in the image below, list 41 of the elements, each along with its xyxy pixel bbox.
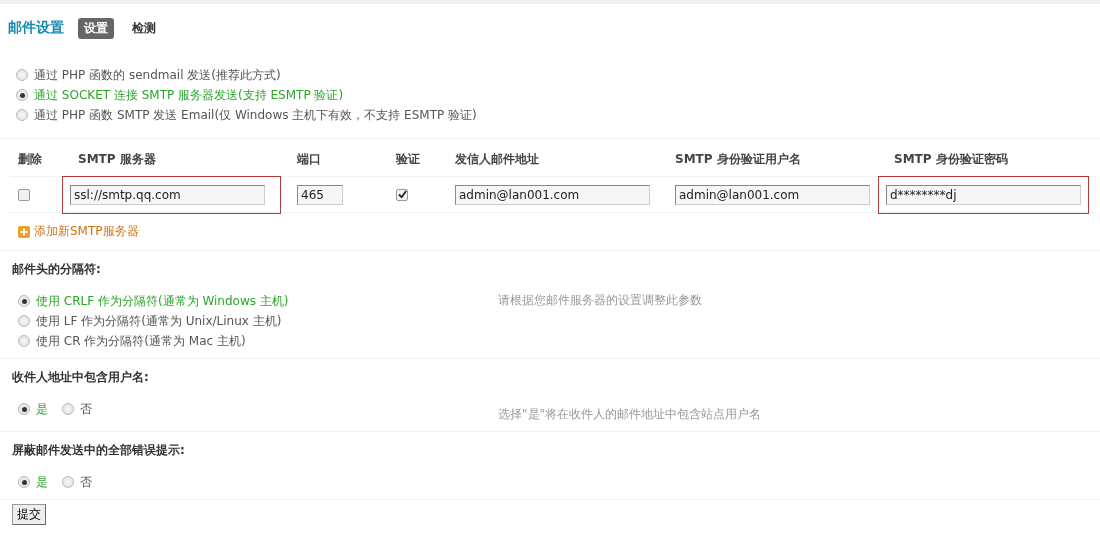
sender-email-field[interactable]: admin@lan001.com [455, 184, 650, 205]
hint-text: 请根据您邮件服务器的设置调整此参数 [498, 292, 703, 309]
radio-button[interactable] [18, 295, 30, 307]
column-header: SMTP 身份验证密码 [886, 139, 1096, 177]
section-label: 邮件头的分隔符: [12, 261, 102, 278]
port-field[interactable]: 465 [297, 184, 343, 205]
column-header: 端口 [289, 139, 388, 177]
tab[interactable]: 设置 [78, 17, 114, 39]
column-header: 删除 [10, 139, 70, 177]
radio-option[interactable]: 否 [62, 400, 92, 418]
radio-option[interactable]: 使用 CR 作为分隔符(通常为 Mac 主机) [18, 332, 498, 350]
radio-button[interactable] [18, 403, 30, 415]
username-field[interactable]: admin@lan001.com [675, 184, 870, 205]
page-title: 邮件设置 [8, 19, 64, 37]
server-field[interactable]: ssl://smtp.qq.com [70, 184, 265, 205]
radio-button[interactable] [16, 69, 28, 81]
radio-button[interactable] [18, 315, 30, 327]
column-header: 验证 [388, 139, 447, 177]
column-header: SMTP 身份验证用户名 [667, 139, 886, 177]
section-label: 屏蔽邮件发送中的全部错误提示: [12, 442, 186, 459]
add-server-link[interactable]: 添加新SMTP服务器 [18, 223, 139, 240]
radio-option[interactable]: 通过 PHP 函数的 sendmail 发送(推荐此方式) [16, 66, 281, 84]
auth-checkbox[interactable] [396, 188, 408, 201]
radio-button[interactable] [62, 476, 74, 488]
radio-button[interactable] [16, 109, 28, 121]
delete-checkbox[interactable] [18, 188, 30, 201]
radio-option[interactable]: 通过 PHP 函数 SMTP 发送 Email(仅 Windows 主机下有效，不支持 ESMTP 验证) [16, 106, 477, 124]
radio-button[interactable] [16, 89, 28, 101]
radio-button[interactable] [62, 403, 74, 415]
column-header: 发信人邮件地址 [447, 139, 667, 177]
radio-button[interactable] [18, 476, 30, 488]
plus-icon [18, 225, 30, 238]
section-label: 收件人地址中包含用户名: [12, 369, 150, 386]
password-field[interactable]: d********dj [886, 184, 1081, 205]
submit-button[interactable]: 提交 [12, 504, 46, 525]
column-header: SMTP 服务器 [70, 139, 289, 177]
radio-button[interactable] [18, 335, 30, 347]
radio-option[interactable]: 使用 LF 作为分隔符(通常为 Unix/Linux 主机) [18, 312, 498, 330]
hint-text: 选择"是"将在收件人的邮件地址中包含站点用户名 [498, 406, 763, 423]
tab[interactable]: 检测 [126, 17, 162, 39]
radio-option[interactable]: 否 [62, 473, 92, 491]
